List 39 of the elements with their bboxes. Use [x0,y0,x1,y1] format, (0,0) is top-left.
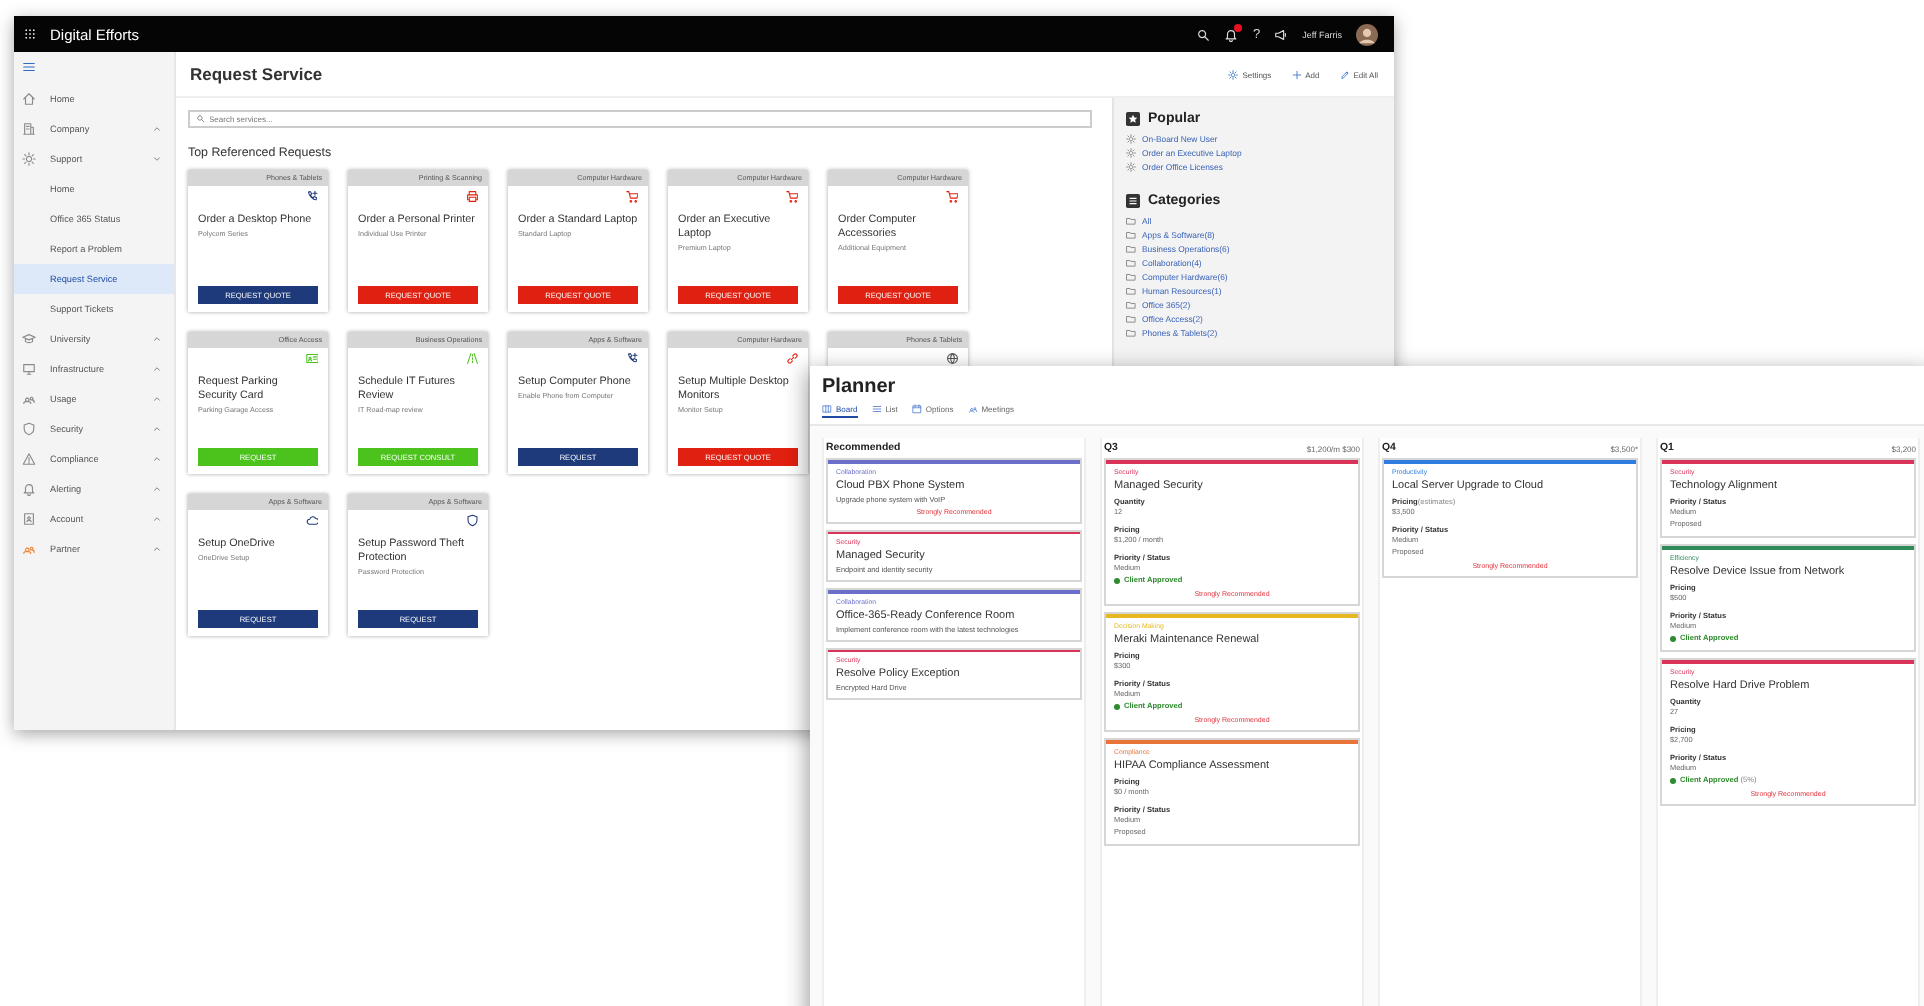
menu-icon[interactable] [22,60,36,74]
cart-icon [945,190,958,203]
app-launcher-icon[interactable] [24,28,36,40]
shield-icon [22,422,36,436]
road-icon [465,352,478,365]
bell-icon [22,482,36,496]
shield-icon [465,514,478,527]
board-icon [822,404,832,414]
list-icon [1126,194,1140,208]
page-title: Request Service [190,64,323,84]
globe-icon [945,352,958,365]
search-icon[interactable] [1196,27,1211,41]
cart-icon [625,190,638,203]
planner-title: Planner [822,376,898,398]
id-card-icon [305,352,318,365]
bell-icon[interactable] [1224,27,1239,41]
list-icon [871,404,882,414]
graduation-cap-icon [22,332,36,346]
megaphone-icon[interactable] [1274,27,1289,41]
phone-icon [625,352,638,365]
phone-icon [305,190,318,203]
avatar-icon[interactable] [1356,23,1378,45]
building-icon [22,122,36,136]
printer-icon [465,190,478,203]
link-icon [785,352,798,365]
people-icon [22,392,36,406]
search-icon [196,114,205,124]
star-icon [1126,112,1140,126]
people-icon [22,542,36,556]
house-icon [22,92,36,106]
people-icon [967,404,978,414]
plus-icon [1291,69,1302,79]
cloud-icon [305,514,318,527]
monitor-icon [22,362,36,376]
pencil-icon [1339,69,1350,79]
cart-icon [785,190,798,203]
id-badge-icon [22,512,36,526]
calendar-icon [911,404,922,414]
warning-icon [22,452,36,466]
